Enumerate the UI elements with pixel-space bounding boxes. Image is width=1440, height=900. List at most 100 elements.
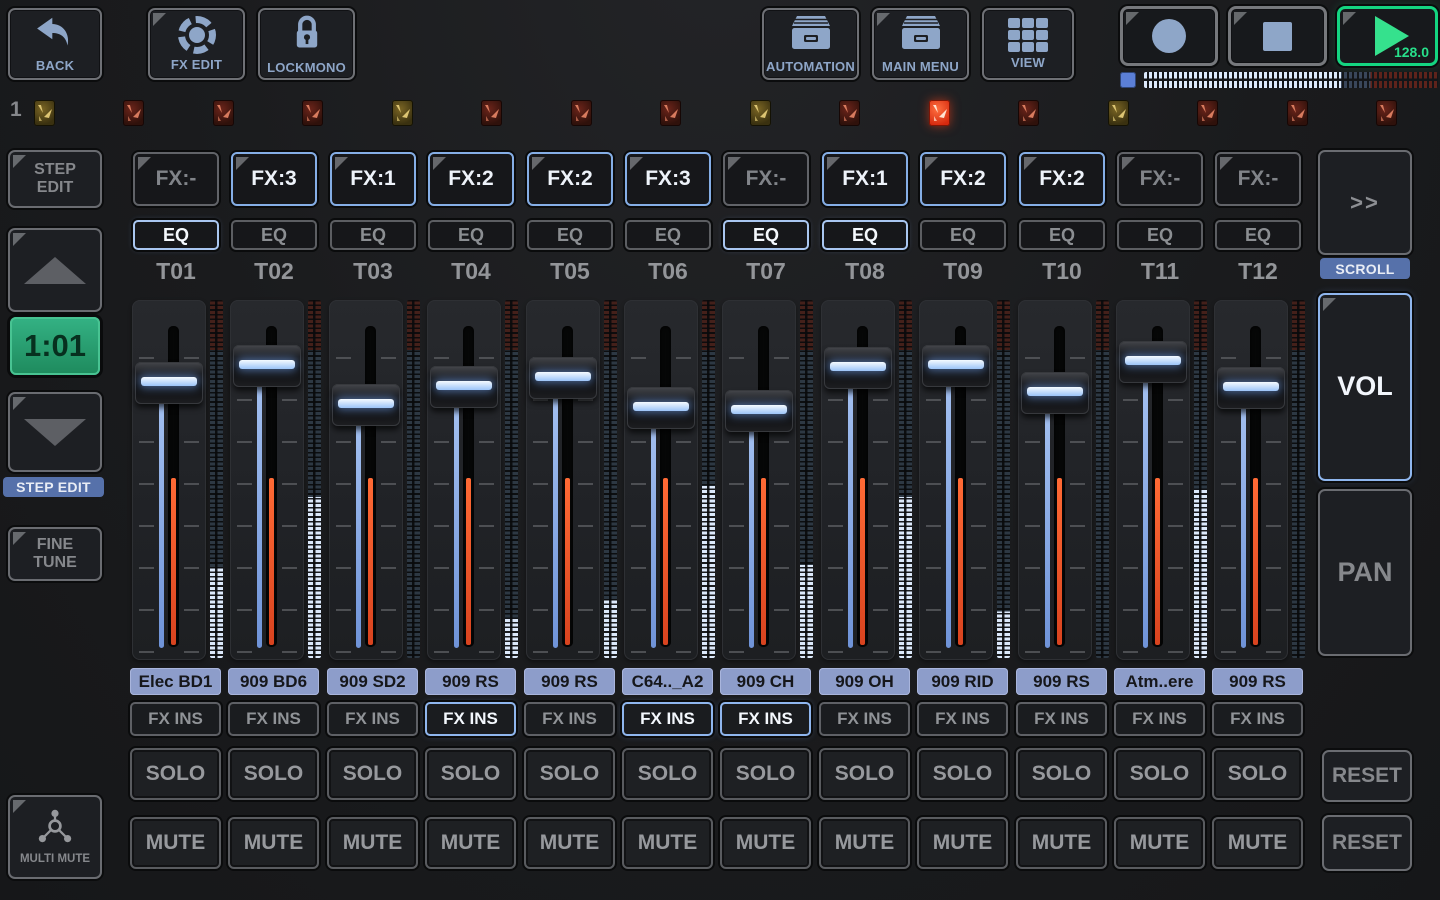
solo-button-T08[interactable]: SOLO — [819, 748, 910, 800]
volume-fader-handle-T02[interactable] — [233, 345, 301, 387]
fader-panel-T06[interactable] — [624, 300, 698, 660]
fader-panel-T02[interactable] — [230, 300, 304, 660]
step-down-button[interactable] — [8, 392, 102, 472]
volume-fader-handle-T04[interactable] — [430, 366, 498, 408]
volume-fader-handle-T01[interactable] — [135, 362, 203, 404]
track-select-pad-1[interactable] — [34, 100, 55, 126]
main-menu-button[interactable]: MAIN MENU — [872, 8, 969, 80]
fader-panel-T03[interactable] — [329, 300, 403, 660]
solo-button-T12[interactable]: SOLO — [1212, 748, 1303, 800]
solo-button-T07[interactable]: SOLO — [720, 748, 811, 800]
mute-button-T01[interactable]: MUTE — [130, 817, 221, 869]
solo-button-T01[interactable]: SOLO — [130, 748, 221, 800]
automation-button[interactable]: AUTOMATION — [762, 8, 859, 80]
multi-mute-button[interactable]: MULTI MUTE — [8, 795, 102, 879]
fader-panel-T09[interactable] — [919, 300, 993, 660]
mute-button-T09[interactable]: MUTE — [917, 817, 1008, 869]
fader-panel-T11[interactable] — [1116, 300, 1190, 660]
track-select-pad-14[interactable] — [1197, 100, 1218, 126]
eq-button-T09[interactable]: EQ — [920, 220, 1006, 250]
track-select-pad-13[interactable] — [1108, 100, 1129, 126]
volume-fader-handle-T10[interactable] — [1021, 372, 1089, 414]
eq-button-T10[interactable]: EQ — [1019, 220, 1105, 250]
solo-button-T09[interactable]: SOLO — [917, 748, 1008, 800]
fader-panel-T04[interactable] — [427, 300, 501, 660]
fx-slot-button-T09[interactable]: FX:2 — [920, 152, 1006, 206]
fx-slot-button-T08[interactable]: FX:1 — [822, 152, 908, 206]
volume-fader-handle-T08[interactable] — [824, 347, 892, 389]
track-name-T11[interactable]: Atm..ere — [1114, 668, 1205, 695]
solo-button-T10[interactable]: SOLO — [1016, 748, 1107, 800]
eq-button-T04[interactable]: EQ — [428, 220, 514, 250]
track-select-pad-9[interactable] — [750, 100, 771, 126]
mute-button-T06[interactable]: MUTE — [622, 817, 713, 869]
lock-mono-button[interactable]: LOCKMONO — [258, 8, 355, 80]
track-name-T09[interactable]: 909 RID — [917, 668, 1008, 695]
reset-pan-button[interactable]: RESET — [1322, 815, 1412, 871]
fx-insert-button-T02[interactable]: FX INS — [228, 702, 319, 736]
fx-insert-button-T03[interactable]: FX INS — [327, 702, 418, 736]
eq-button-T02[interactable]: EQ — [231, 220, 317, 250]
track-select-pad-7[interactable] — [571, 100, 592, 126]
volume-fader-handle-T12[interactable] — [1217, 367, 1285, 409]
volume-fader-handle-T06[interactable] — [627, 387, 695, 429]
vol-mode-button[interactable]: VOL — [1318, 293, 1412, 481]
volume-fader-handle-T03[interactable] — [332, 384, 400, 426]
eq-button-T08[interactable]: EQ — [822, 220, 908, 250]
mute-button-T08[interactable]: MUTE — [819, 817, 910, 869]
fx-insert-button-T11[interactable]: FX INS — [1114, 702, 1205, 736]
track-name-T12[interactable]: 909 RS — [1212, 668, 1303, 695]
step-edit-button[interactable]: STEP EDIT — [8, 150, 102, 208]
fx-slot-button-T04[interactable]: FX:2 — [428, 152, 514, 206]
mute-button-T03[interactable]: MUTE — [327, 817, 418, 869]
view-button[interactable]: VIEW — [982, 8, 1074, 80]
track-select-pad-3[interactable] — [213, 100, 234, 126]
fx-slot-button-T01[interactable]: FX:- — [133, 152, 219, 206]
eq-button-T12[interactable]: EQ — [1215, 220, 1301, 250]
mute-button-T11[interactable]: MUTE — [1114, 817, 1205, 869]
fx-slot-button-T06[interactable]: FX:3 — [625, 152, 711, 206]
fader-panel-T01[interactable] — [132, 300, 206, 660]
track-name-T05[interactable]: 909 RS — [524, 668, 615, 695]
fx-insert-button-T06[interactable]: FX INS — [622, 702, 713, 736]
fx-slot-button-T03[interactable]: FX:1 — [330, 152, 416, 206]
track-name-T04[interactable]: 909 RS — [425, 668, 516, 695]
reset-volume-button[interactable]: RESET — [1322, 750, 1412, 802]
fx-insert-button-T01[interactable]: FX INS — [130, 702, 221, 736]
fx-slot-button-T11[interactable]: FX:- — [1117, 152, 1203, 206]
fx-edit-button[interactable]: FX EDIT — [148, 8, 245, 80]
mute-button-T05[interactable]: MUTE — [524, 817, 615, 869]
solo-button-T05[interactable]: SOLO — [524, 748, 615, 800]
solo-button-T06[interactable]: SOLO — [622, 748, 713, 800]
eq-button-T03[interactable]: EQ — [330, 220, 416, 250]
track-select-pad-4[interactable] — [302, 100, 323, 126]
track-select-pad-11[interactable] — [929, 100, 950, 126]
eq-button-T07[interactable]: EQ — [723, 220, 809, 250]
volume-fader-handle-T09[interactable] — [922, 345, 990, 387]
track-select-pad-15[interactable] — [1287, 100, 1308, 126]
track-name-T02[interactable]: 909 BD6 — [228, 668, 319, 695]
fader-panel-T08[interactable] — [821, 300, 895, 660]
fx-slot-button-T02[interactable]: FX:3 — [231, 152, 317, 206]
fx-insert-button-T12[interactable]: FX INS — [1212, 702, 1303, 736]
fx-slot-button-T07[interactable]: FX:- — [723, 152, 809, 206]
track-name-T10[interactable]: 909 RS — [1016, 668, 1107, 695]
eq-button-T11[interactable]: EQ — [1117, 220, 1203, 250]
fader-panel-T05[interactable] — [526, 300, 600, 660]
track-select-pad-8[interactable] — [660, 100, 681, 126]
volume-fader-handle-T07[interactable] — [725, 390, 793, 432]
solo-button-T04[interactable]: SOLO — [425, 748, 516, 800]
fx-slot-button-T12[interactable]: FX:- — [1215, 152, 1301, 206]
track-select-pad-6[interactable] — [481, 100, 502, 126]
mute-button-T07[interactable]: MUTE — [720, 817, 811, 869]
track-select-pad-5[interactable] — [392, 100, 413, 126]
track-name-T01[interactable]: Elec BD1 — [130, 668, 221, 695]
back-button[interactable]: BACK — [8, 8, 102, 80]
solo-button-T11[interactable]: SOLO — [1114, 748, 1205, 800]
fine-tune-button[interactable]: FINE TUNE — [8, 527, 102, 581]
mute-button-T04[interactable]: MUTE — [425, 817, 516, 869]
solo-button-T03[interactable]: SOLO — [327, 748, 418, 800]
eq-button-T05[interactable]: EQ — [527, 220, 613, 250]
fx-insert-button-T10[interactable]: FX INS — [1016, 702, 1107, 736]
stop-button[interactable] — [1228, 6, 1327, 66]
